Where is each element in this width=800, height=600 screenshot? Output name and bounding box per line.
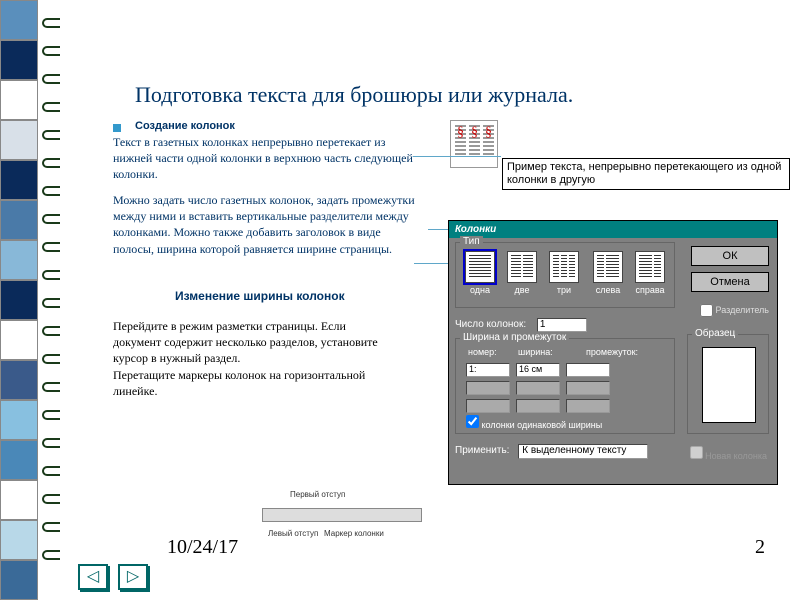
sample-page-icon	[702, 347, 756, 423]
bullet-icon	[113, 124, 121, 132]
wp-width-2	[516, 381, 560, 395]
cancel-button[interactable]: Отмена	[691, 272, 769, 292]
group-wp-label: Ширина и промежуток	[460, 332, 569, 343]
paragraph-3: Перейдите в режим разметки страницы. Есл…	[113, 318, 393, 399]
apply-select[interactable]: К выделенному тексту	[518, 444, 648, 459]
footer-page-number: 2	[755, 536, 765, 559]
num-columns-input[interactable]: 1	[537, 318, 587, 332]
subheading-1: Создание колонок	[135, 120, 235, 132]
group-width-gap: Ширина и промежуток номер: ширина: проме…	[455, 338, 675, 434]
col-opt-one[interactable]: одна	[462, 251, 498, 295]
paragraph-1: Текст в газетных колонках непрерывно пер…	[113, 134, 423, 183]
new-column-checkbox: Новая колонка	[690, 446, 767, 461]
dialog-title: Колонки	[449, 221, 777, 238]
col-opt-three[interactable]: три	[546, 251, 582, 295]
subheading-2: Изменение ширины колонок	[175, 289, 345, 303]
wp-gap-2	[566, 381, 610, 395]
apply-label: Применить:	[455, 445, 509, 456]
wp-gap-3	[566, 399, 610, 413]
num-columns-row: Число колонок: 1	[455, 318, 587, 332]
wp-width-3	[516, 399, 560, 413]
wp-num-3	[466, 399, 510, 413]
group-type: Тип одна две три слева справа	[455, 242, 675, 308]
group-sample: Образец	[687, 334, 769, 434]
num-columns-label: Число колонок:	[455, 319, 526, 330]
group-type-label: Тип	[460, 236, 483, 247]
separator-checkbox[interactable]: Разделитель	[700, 304, 769, 317]
wp-num-2	[466, 381, 510, 395]
wp-width-1[interactable]: 16 см	[516, 363, 560, 377]
side-color-strip	[0, 0, 38, 600]
apply-row: Применить: К выделенному тексту	[455, 444, 648, 459]
wp-gap-1[interactable]	[566, 363, 610, 377]
wp-head-gap: промежуток:	[586, 347, 638, 357]
ruler-label-left-indent: Левый отступ	[268, 529, 318, 538]
spiral-binding	[42, 0, 62, 600]
columns-dialog: Колонки Тип одна две три слева справа ОК…	[448, 220, 778, 485]
equal-width-checkbox[interactable]: колонки одинаковой ширины	[466, 415, 602, 430]
col-opt-right[interactable]: справа	[632, 251, 668, 295]
ruler-label-column-marker: Маркер колонки	[324, 529, 384, 538]
col-opt-two[interactable]: две	[504, 251, 540, 295]
wp-head-num: номер:	[468, 347, 497, 357]
wp-head-width: ширина:	[518, 347, 553, 357]
ruler-illustration: Первый отступ Левый отступ Маркер колонк…	[262, 496, 422, 532]
connector-line	[428, 229, 448, 230]
nav-prev-button[interactable]: ◁	[78, 564, 108, 590]
wp-num-1[interactable]: 1:	[466, 363, 510, 377]
col-opt-left[interactable]: слева	[590, 251, 626, 295]
ok-button[interactable]: ОК	[691, 246, 769, 266]
column-flow-icon: § § §	[450, 120, 498, 168]
nav-next-button[interactable]: ▷	[118, 564, 148, 590]
footer-date: 10/24/17	[167, 536, 238, 559]
sample-label: Образец	[692, 328, 738, 339]
connector-line	[413, 156, 501, 157]
tooltip-box: Пример текста, непрерывно перетекающего …	[502, 158, 790, 190]
paragraph-2: Можно задать число газетных колонок, зад…	[113, 192, 423, 257]
ruler-label-first-indent: Первый отступ	[290, 490, 345, 499]
page-title: Подготовка текста для брошюры или журнал…	[135, 82, 573, 108]
